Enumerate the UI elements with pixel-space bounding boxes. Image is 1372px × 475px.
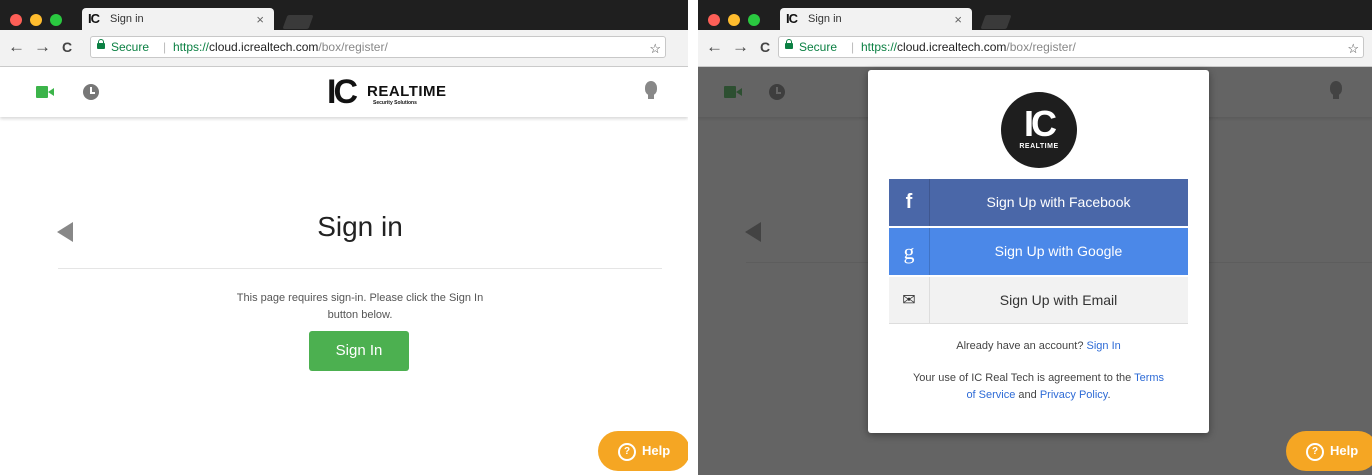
tab-title: Sign in: [110, 13, 144, 25]
address-bar: ← → C Secure | https://cloud.icrealtech.…: [698, 30, 1372, 67]
favicon-icon: IC: [786, 11, 798, 26]
clock-icon[interactable]: [83, 84, 99, 100]
page-title: Sign in: [317, 211, 403, 242]
privacy-link[interactable]: Privacy Policy: [1040, 389, 1108, 401]
maximize-window-button[interactable]: [748, 14, 760, 26]
signup-modal: IC REALTIME f Sign Up with Facebook g Si…: [868, 70, 1209, 433]
browser-tab[interactable]: IC Sign in ×: [780, 8, 972, 32]
new-tab-button[interactable]: [980, 15, 1012, 29]
terms-text: Your use of IC Real Tech is agreement to…: [912, 372, 1165, 401]
signup-google-button[interactable]: g Sign Up with Google: [889, 228, 1188, 275]
tab-close-icon[interactable]: ×: [954, 12, 962, 27]
tab-title: Sign in: [808, 13, 842, 25]
forward-button[interactable]: →: [732, 37, 749, 57]
tab-close-icon[interactable]: ×: [256, 12, 264, 27]
back-button[interactable]: ←: [8, 37, 25, 57]
right-browser-window: IC Sign in × ← → C Secure | https://clou…: [698, 0, 1372, 475]
forward-button[interactable]: →: [34, 37, 51, 57]
google-icon: g: [889, 228, 930, 275]
help-question-icon: ?: [1306, 442, 1324, 461]
separator: |: [851, 40, 855, 54]
tab-bar: IC Sign in ×: [698, 0, 1372, 32]
lock-icon: [785, 39, 793, 49]
ic-realtime-logo: IC REALTIME: [1001, 92, 1077, 168]
browser-tab[interactable]: IC Sign in ×: [82, 8, 274, 32]
lightbulb-icon[interactable]: [645, 81, 657, 99]
reload-button[interactable]: C: [760, 39, 770, 55]
back-button[interactable]: ←: [706, 37, 723, 57]
separator: |: [163, 40, 167, 54]
help-button[interactable]: ? Help: [1286, 431, 1372, 471]
sign-in-link[interactable]: Sign In: [1087, 340, 1121, 352]
url-text: https://cloud.icrealtech.com/box/registe…: [861, 40, 1076, 54]
close-window-button[interactable]: [10, 14, 22, 26]
favicon-icon: IC: [88, 11, 100, 26]
minimize-window-button[interactable]: [30, 14, 42, 26]
envelope-icon: ✉: [889, 277, 930, 324]
new-tab-button[interactable]: [282, 15, 314, 29]
url-text: https://cloud.icrealtech.com/box/registe…: [173, 40, 388, 54]
help-label: Help: [1330, 443, 1359, 458]
ic-realtime-logo: IC REALTIME Security Solutions: [327, 73, 447, 111]
tab-bar: IC Sign in ×: [0, 0, 688, 32]
signup-email-button[interactable]: ✉ Sign Up with Email: [889, 277, 1188, 324]
secure-label: Secure: [111, 40, 150, 54]
secure-label: Secure: [799, 40, 838, 54]
bookmark-star-icon[interactable]: ☆: [1347, 41, 1359, 57]
close-window-button[interactable]: [708, 14, 720, 26]
address-bar: ← → C Secure | https://cloud.icrealtech.…: [0, 30, 688, 67]
lock-icon: [97, 39, 105, 49]
help-question-icon: ?: [618, 442, 636, 461]
help-button[interactable]: ? Help: [598, 431, 688, 471]
have-account-text: Already have an account? Sign In: [956, 340, 1121, 352]
facebook-label: Sign Up with Facebook: [986, 194, 1131, 210]
signin-message: This page requires sign-in. Please click…: [236, 292, 484, 321]
app-header: IC REALTIME Security Solutions: [0, 67, 688, 117]
bookmark-star-icon[interactable]: ☆: [649, 41, 661, 57]
maximize-window-button[interactable]: [50, 14, 62, 26]
signup-facebook-button[interactable]: f Sign Up with Facebook: [889, 179, 1188, 226]
minimize-window-button[interactable]: [728, 14, 740, 26]
divider: [58, 268, 662, 269]
url-field[interactable]: Secure | https://cloud.icrealtech.com/bo…: [778, 36, 1364, 58]
sign-in-button[interactable]: Sign In: [309, 331, 409, 371]
video-camera-icon[interactable]: [36, 86, 54, 98]
email-label: Sign Up with Email: [999, 292, 1118, 308]
left-browser-window: IC Sign in × ← → C Secure | https://clou…: [0, 0, 690, 475]
reload-button[interactable]: C: [62, 39, 72, 55]
help-label: Help: [642, 443, 671, 458]
google-label: Sign Up with Google: [994, 243, 1123, 259]
url-field[interactable]: Secure | https://cloud.icrealtech.com/bo…: [90, 36, 666, 58]
facebook-icon: f: [889, 179, 930, 226]
